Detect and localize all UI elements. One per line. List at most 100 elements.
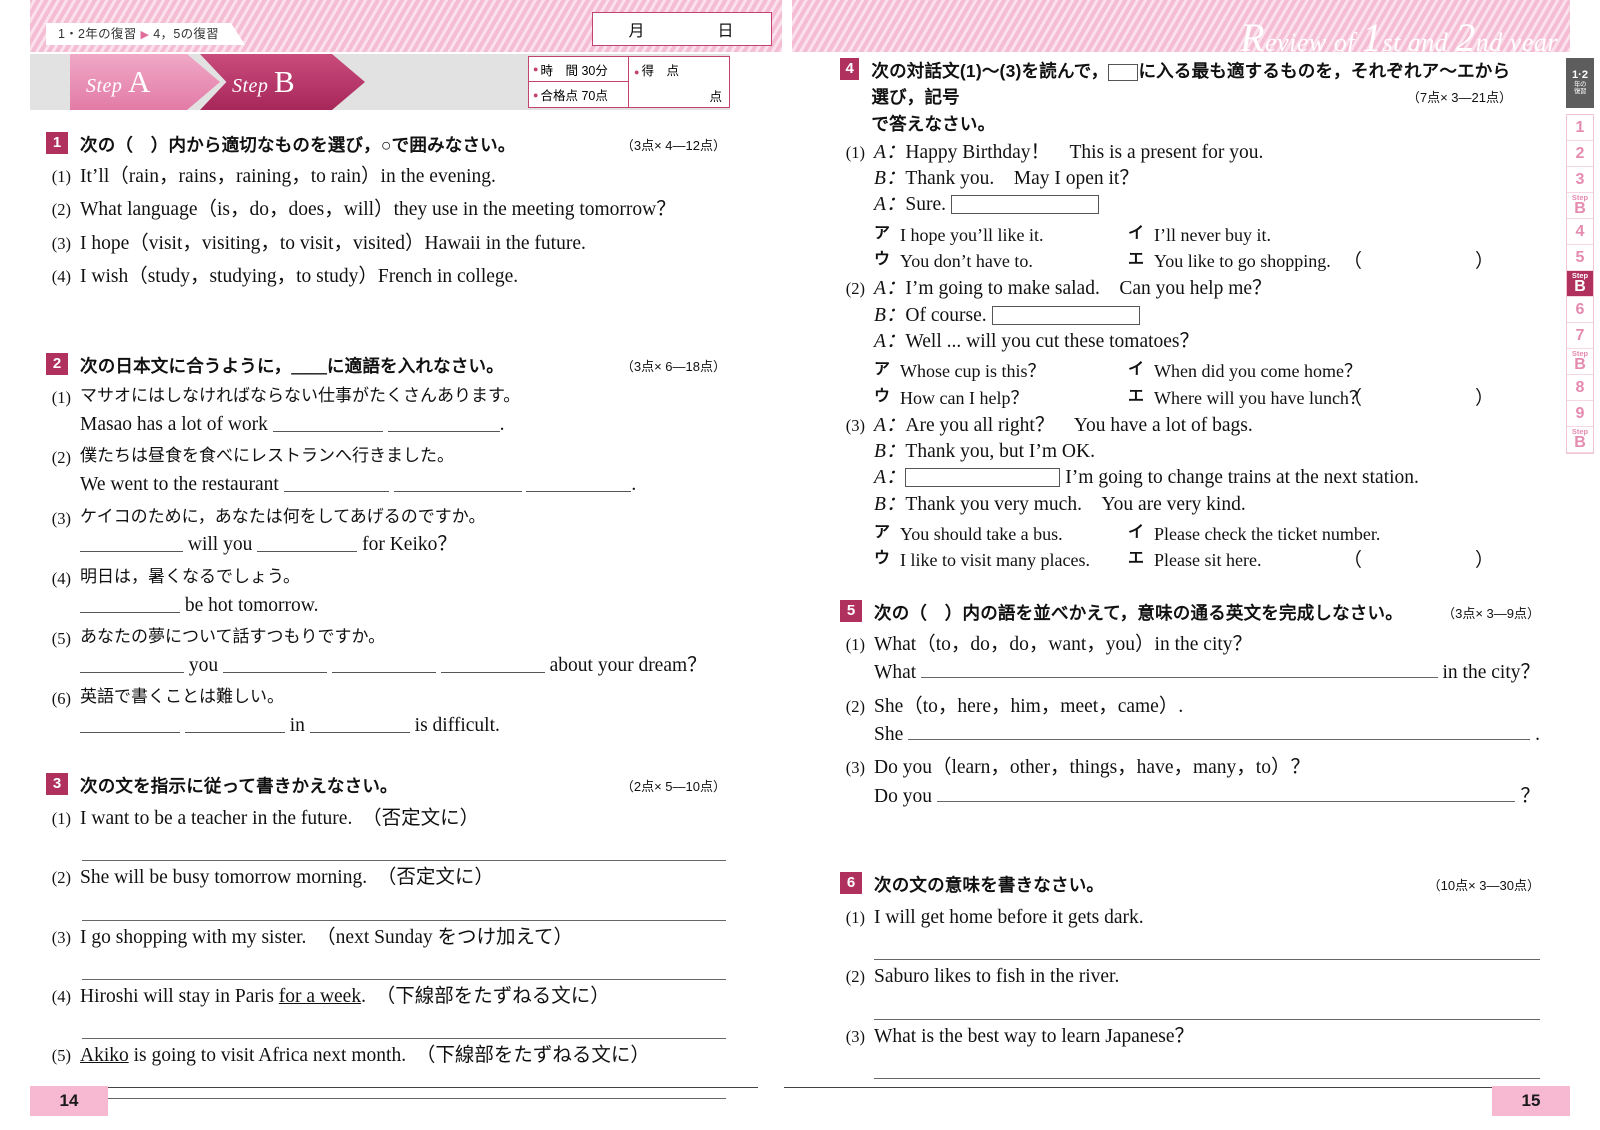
choice-text[interactable]: I hope you’ll like it. — [900, 223, 1128, 247]
answer-blank[interactable] — [387, 430, 500, 432]
tab-chapter-8[interactable]: 8 — [1567, 375, 1593, 401]
step-a-chevron[interactable]: Step A — [70, 54, 220, 110]
choice-key[interactable]: エ — [1128, 548, 1154, 572]
choice-text[interactable]: I’ll never buy it. — [1154, 223, 1271, 247]
tab-step-b-3[interactable]: Step B — [1567, 349, 1593, 375]
tab-step-b-2-active[interactable]: Step B — [1567, 271, 1593, 297]
tab-chapter-6[interactable]: 6 — [1567, 297, 1593, 323]
choice-key[interactable]: イ — [1128, 522, 1154, 546]
item-number: (4) — [51, 568, 71, 588]
tab-chapter-5[interactable]: 5 — [1567, 245, 1593, 271]
item-number: (4) — [51, 986, 71, 1006]
choice-key[interactable]: ウ — [874, 386, 900, 410]
choice-text[interactable]: You don’t have to. — [900, 249, 1128, 273]
step-b-chevron[interactable]: Step B — [200, 54, 365, 110]
item-number: (1) — [51, 809, 71, 828]
choice-key[interactable]: ア — [874, 223, 900, 247]
tab-chapter-1[interactable]: 1 — [1567, 115, 1593, 141]
answer-line[interactable] — [82, 1097, 726, 1099]
answer-blank[interactable] — [331, 671, 436, 673]
choice-row: ア You should take a bus. イ Please check th… — [874, 522, 1512, 546]
choice-key[interactable]: ウ — [874, 249, 900, 273]
score-entry-cell[interactable]: ● 得 点 点 — [629, 57, 729, 107]
tab-chapter-9[interactable]: 9 — [1567, 401, 1593, 427]
answer-blank[interactable] — [257, 551, 358, 553]
item-text: Saburo likes to fish in the river. — [874, 966, 1120, 988]
choice-key[interactable]: エ — [1128, 249, 1154, 273]
choice-key[interactable]: ア — [874, 522, 900, 546]
answer-blank[interactable] — [393, 491, 522, 493]
answer-blank[interactable] — [440, 671, 545, 673]
question-6-number: 6 — [840, 872, 862, 894]
answer-box[interactable] — [991, 305, 1140, 325]
english-lead: Do you — [874, 785, 932, 807]
tab-step-b-4[interactable]: Step B — [1567, 427, 1593, 453]
choice-text[interactable]: How can I help？ — [900, 386, 1128, 410]
tab-step-b-1[interactable]: Step B — [1567, 193, 1593, 219]
answer-line[interactable] — [921, 677, 1438, 679]
choice-text[interactable]: You should take a bus. — [900, 522, 1128, 546]
answer-parenthesis[interactable]: （ ） — [1343, 386, 1508, 412]
date-box[interactable]: 月 日 — [592, 12, 772, 46]
question-2-header: 2 次の日本文に合うように，＿＿に適語を入れなさい。 （3点× 6—18点） — [46, 353, 726, 378]
item-number: (3) — [845, 758, 865, 778]
choice-text[interactable]: Where will you have lunch？ — [1154, 386, 1367, 410]
item-number: (2) — [845, 967, 865, 987]
choice-text[interactable]: Whose cup is this？ — [900, 359, 1128, 383]
answer-line[interactable] — [82, 860, 726, 862]
answer-blank[interactable] — [80, 551, 183, 553]
question-3: 3 次の文を指示に従って書きかえなさい。 （2点× 5—10点） (1) I w… — [46, 773, 726, 1099]
item-text[interactable]: I hope（visit，visiting，to visit，visited）H… — [80, 231, 726, 257]
tab-year-review[interactable]: 1·2 年の 復習 — [1566, 58, 1594, 108]
answer-box[interactable] — [905, 468, 1061, 488]
choice-text[interactable]: I like to visit many places. — [900, 548, 1128, 572]
choice-text[interactable]: Please check the ticket number. — [1154, 522, 1380, 546]
answer-line[interactable] — [936, 800, 1516, 802]
answer-box[interactable] — [950, 195, 1099, 215]
answer-blank[interactable] — [223, 671, 327, 673]
list-item: (3) ケイコのために，あなたは何をしてあげるのですか。 will you fo… — [46, 506, 726, 559]
answer-line[interactable] — [874, 1018, 1540, 1020]
tab-chapter-4[interactable]: 4 — [1567, 219, 1593, 245]
answer-blank[interactable] — [80, 671, 184, 673]
item-text[interactable]: It’ll（rain，rains，raining，to rain）in the … — [80, 164, 726, 190]
choice-text[interactable]: You like to go shopping. — [1154, 249, 1331, 273]
question-6-points: （10点× 3—30点） — [1427, 878, 1540, 893]
choice-text[interactable]: Please sit here. — [1154, 548, 1261, 572]
answer-parenthesis[interactable]: （ ） — [1343, 548, 1508, 574]
answer-blank[interactable] — [283, 491, 389, 493]
answer-line[interactable] — [874, 1077, 1540, 1079]
answer-blank[interactable] — [184, 732, 285, 734]
answer-blank[interactable] — [80, 732, 180, 734]
answer-blank[interactable] — [80, 611, 180, 613]
english-lead: We went to the restaurant — [80, 474, 279, 496]
list-item: (1) I want to be a teacher in the future… — [46, 806, 726, 862]
answer-line[interactable] — [82, 978, 726, 980]
time-label: 時 間 — [540, 63, 578, 78]
answer-blank[interactable] — [309, 732, 410, 734]
choice-key[interactable]: エ — [1128, 386, 1154, 410]
item-text[interactable]: I wish（study，studying，to study）French in… — [80, 264, 726, 290]
answer-blank[interactable] — [526, 491, 632, 493]
choice-key[interactable]: イ — [1128, 223, 1154, 247]
question-4-points: （7点× 3—21点） — [1406, 90, 1512, 105]
choice-key[interactable]: ア — [874, 359, 900, 383]
tab-chapter-3[interactable]: 3 — [1567, 167, 1593, 193]
question-4-number: 4 — [840, 58, 860, 80]
item-text: What is the best way to learn Japanese？ — [874, 1025, 1195, 1047]
answer-line[interactable] — [874, 959, 1540, 961]
score-box-left-column: ● 時 間 30分 ● 合格点 70点 — [529, 57, 629, 107]
choice-key[interactable]: イ — [1128, 359, 1154, 383]
answer-line[interactable] — [82, 1038, 726, 1040]
answer-parenthesis[interactable]: （ ） — [1343, 249, 1508, 275]
answer-line[interactable] — [82, 919, 726, 921]
item-text[interactable]: What language（is，do，does，will）they use i… — [80, 197, 726, 223]
score-box: ● 時 間 30分 ● 合格点 70点 ● 得 点 点 — [528, 56, 730, 108]
choice-text[interactable]: When did you come home？ — [1154, 359, 1362, 383]
answer-line[interactable] — [908, 738, 1531, 740]
choice-key[interactable]: ウ — [874, 548, 900, 572]
tab-chapter-7[interactable]: 7 — [1567, 323, 1593, 349]
english-tail: . — [1535, 723, 1540, 745]
tab-chapter-2[interactable]: 2 — [1567, 141, 1593, 167]
answer-blank[interactable] — [272, 430, 383, 432]
